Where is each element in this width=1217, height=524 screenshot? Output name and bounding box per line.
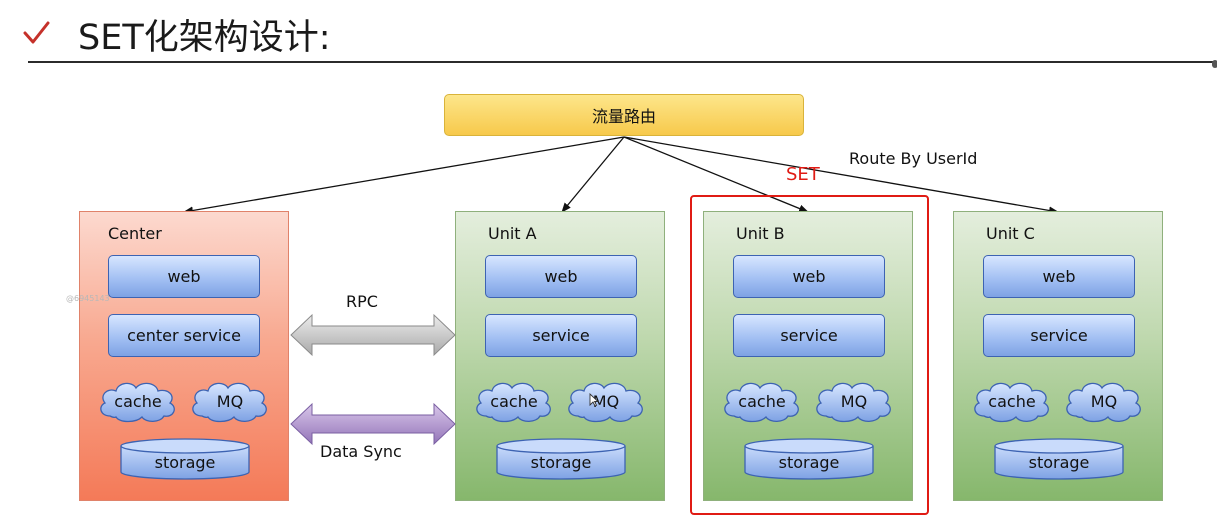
storage-label: storage xyxy=(530,452,592,472)
unit-title: Center xyxy=(108,224,162,243)
mq-cloud: MQ xyxy=(1062,378,1146,424)
cache-label: cache xyxy=(988,391,1036,411)
storage-cylinder: storage xyxy=(120,438,250,480)
service-box: service xyxy=(485,314,637,357)
service-box: center service xyxy=(108,314,260,357)
data-sync-label: Data Sync xyxy=(320,442,402,461)
cache-cloud: cache xyxy=(96,378,180,424)
storage-label: storage xyxy=(1028,452,1090,472)
unit-center: Center web center service cache MQ stora… xyxy=(79,211,289,501)
unit-b: Unit B web service cache MQ storage xyxy=(703,211,913,501)
cache-cloud: cache xyxy=(720,378,804,424)
watermark: @6945143 xyxy=(66,294,110,303)
web-box: web xyxy=(983,255,1135,298)
service-box: service xyxy=(983,314,1135,357)
web-box: web xyxy=(733,255,885,298)
data-sync-double-arrow xyxy=(290,402,456,446)
unit-a: Unit A web service cache MQ storage xyxy=(455,211,665,501)
cache-label: cache xyxy=(490,391,538,411)
arrow-to-unit-a xyxy=(561,136,625,213)
mq-label: MQ xyxy=(216,391,244,411)
storage-label: storage xyxy=(154,452,216,472)
mq-cloud: MQ xyxy=(188,378,272,424)
mq-label: MQ xyxy=(1090,391,1118,411)
unit-title: Unit A xyxy=(488,224,537,243)
storage-cylinder: storage xyxy=(994,438,1124,480)
traffic-router: 流量路由 xyxy=(444,94,804,136)
cache-cloud: cache xyxy=(970,378,1054,424)
mq-cloud: MQ xyxy=(812,378,896,424)
mq-cloud: MQ xyxy=(564,378,648,424)
rpc-double-arrow xyxy=(290,313,456,357)
rpc-label: RPC xyxy=(346,292,378,311)
set-label: SET xyxy=(786,164,820,185)
web-box: web xyxy=(485,255,637,298)
mouse-cursor-icon xyxy=(589,392,600,411)
storage-cylinder: storage xyxy=(496,438,626,480)
route-by-label: Route By UserId xyxy=(849,149,978,168)
storage-label: storage xyxy=(778,452,840,472)
arrow-to-center xyxy=(183,136,625,215)
unit-title: Unit B xyxy=(736,224,785,243)
cache-label: cache xyxy=(738,391,786,411)
unit-c: Unit C web service cache MQ storage xyxy=(953,211,1163,501)
storage-cylinder: storage xyxy=(744,438,874,480)
mq-label: MQ xyxy=(592,391,620,411)
service-box: service xyxy=(733,314,885,357)
mq-label: MQ xyxy=(840,391,868,411)
unit-title: Unit C xyxy=(986,224,1035,243)
cache-label: cache xyxy=(114,391,162,411)
cache-cloud: cache xyxy=(472,378,556,424)
web-box: web xyxy=(108,255,260,298)
